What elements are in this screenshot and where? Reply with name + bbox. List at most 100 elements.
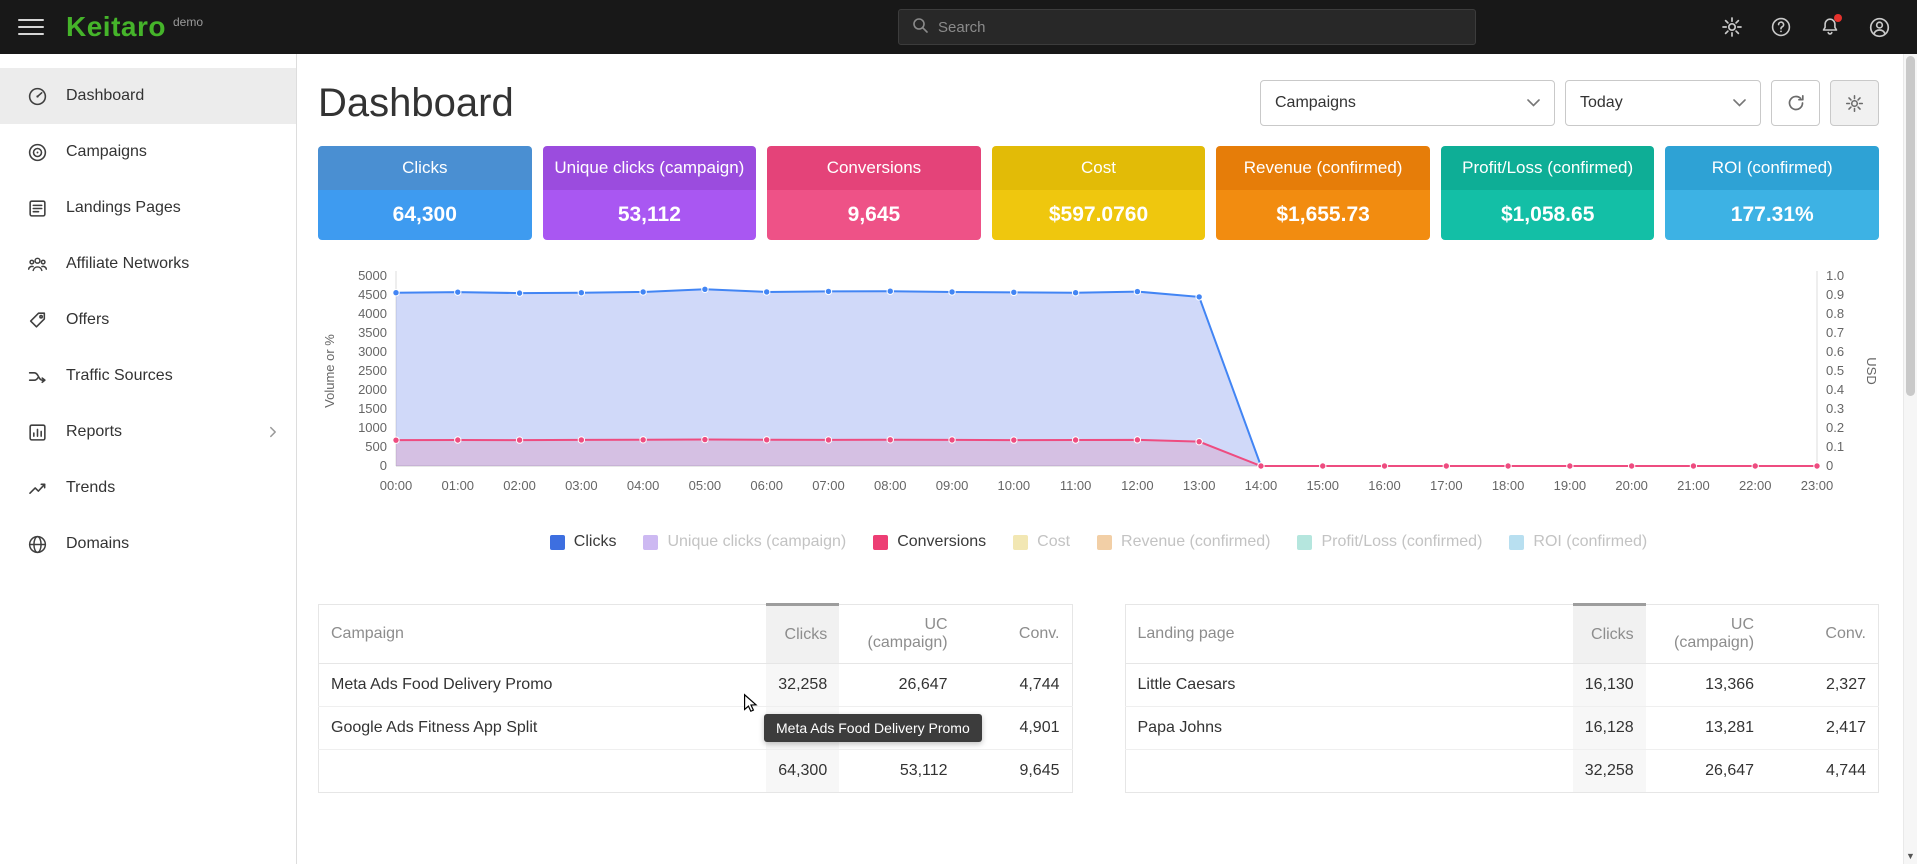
svg-text:0: 0 — [380, 458, 387, 473]
metric-cards: Clicks 64,300 Unique clicks (campaign) 5… — [318, 146, 1879, 240]
uc-cell: 13,281 — [1646, 707, 1766, 750]
sidebar-item-campaigns[interactable]: Campaigns — [0, 124, 296, 180]
clicks-cell: 32,258 — [766, 664, 839, 707]
svg-text:03:00: 03:00 — [565, 478, 598, 493]
metric-value: 177.31% — [1665, 190, 1879, 240]
column-header-uc[interactable]: UC (campaign) — [1646, 605, 1766, 664]
grouping-select[interactable]: Campaigns — [1260, 80, 1555, 126]
uc-cell: 13,366 — [1646, 664, 1766, 707]
table-row[interactable]: Meta Ads Food Delivery Promo 32,258 26,6… — [319, 664, 1073, 707]
svg-text:0.2: 0.2 — [1826, 420, 1844, 435]
svg-text:21:00: 21:00 — [1677, 478, 1710, 493]
column-header-clicks[interactable]: Clicks — [766, 605, 839, 664]
metric-label: ROI (confirmed) — [1665, 146, 1879, 190]
svg-text:4500: 4500 — [358, 287, 387, 302]
notification-badge — [1834, 14, 1842, 22]
column-header-conv[interactable]: Conv. — [1766, 605, 1878, 664]
column-header-conv[interactable]: Conv. — [960, 605, 1072, 664]
campaign-name[interactable]: Google Ads Fitness App Split — [319, 707, 767, 750]
dashboard-settings-button[interactable] — [1830, 80, 1879, 126]
table-row[interactable]: Papa Johns 16,128 13,281 2,417 — [1125, 707, 1879, 750]
logo[interactable]: Keitaro demo — [66, 13, 203, 41]
sidebar-item-landings[interactable]: Landings Pages — [0, 180, 296, 236]
traffic-chart: 0500100015002000250030003500400045005000… — [318, 266, 1879, 519]
totals-row: 32,258 26,647 4,744 — [1125, 750, 1879, 793]
legend-item-cost[interactable]: Cost — [1013, 533, 1070, 551]
sidebar-item-offers[interactable]: Offers — [0, 292, 296, 348]
svg-text:04:00: 04:00 — [627, 478, 660, 493]
landing-name[interactable]: Papa Johns — [1125, 707, 1573, 750]
metric-card-roi[interactable]: ROI (confirmed) 177.31% — [1665, 146, 1879, 240]
search-input[interactable] — [938, 19, 1463, 36]
metric-card-profit-loss[interactable]: Profit/Loss (confirmed) $1,058.65 — [1441, 146, 1655, 240]
totals-conv: 4,744 — [1766, 750, 1878, 793]
row-tooltip: Meta Ads Food Delivery Promo — [764, 714, 982, 742]
account-icon[interactable] — [1868, 16, 1891, 39]
sidebar-item-trends[interactable]: Trends — [0, 460, 296, 516]
totals-conv: 9,645 — [960, 750, 1072, 793]
landings-table: Landing page Clicks UC (campaign) Conv. … — [1125, 603, 1880, 793]
sidebar-item-dashboard[interactable]: Dashboard — [0, 68, 296, 124]
clicks-cell: 16,130 — [1573, 664, 1646, 707]
metric-card-conversions[interactable]: Conversions 9,645 — [767, 146, 981, 240]
env-label: demo — [173, 15, 203, 29]
legend-swatch — [1013, 535, 1028, 550]
campaign-name[interactable]: Meta Ads Food Delivery Promo — [319, 664, 767, 707]
sidebar-item-label: Trends — [66, 479, 115, 497]
chart-canvas: 0500100015002000250030003500400045005000… — [318, 266, 1879, 519]
column-header-landing-page[interactable]: Landing page — [1125, 605, 1573, 664]
search-box[interactable] — [898, 9, 1476, 45]
legend-label: Unique clicks (campaign) — [667, 533, 846, 551]
metric-label: Clicks — [318, 146, 532, 190]
legend-item-profit-loss[interactable]: Profit/Loss (confirmed) — [1297, 533, 1482, 551]
totals-spacer — [1125, 750, 1573, 793]
legend-item-revenue[interactable]: Revenue (confirmed) — [1097, 533, 1270, 551]
table-row[interactable]: Little Caesars 16,130 13,366 2,327 — [1125, 664, 1879, 707]
metric-card-revenue[interactable]: Revenue (confirmed) $1,655.73 — [1216, 146, 1430, 240]
column-header-campaign[interactable]: Campaign — [319, 605, 767, 664]
metric-card-clicks[interactable]: Clicks 64,300 — [318, 146, 532, 240]
legend-item-clicks[interactable]: Clicks — [550, 533, 617, 551]
sidebar-item-reports[interactable]: Reports — [0, 404, 296, 460]
svg-text:20:00: 20:00 — [1615, 478, 1648, 493]
svg-text:17:00: 17:00 — [1430, 478, 1463, 493]
sidebar-item-affiliate-networks[interactable]: Affiliate Networks — [0, 236, 296, 292]
sidebar-item-domains[interactable]: Domains — [0, 516, 296, 572]
svg-text:0.5: 0.5 — [1826, 363, 1844, 378]
campaigns-table: Campaign Clicks UC (campaign) Conv. Meta… — [318, 603, 1073, 793]
svg-text:1500: 1500 — [358, 401, 387, 416]
chevron-right-icon — [266, 425, 280, 439]
svg-text:02:00: 02:00 — [503, 478, 536, 493]
legend-item-roi[interactable]: ROI (confirmed) — [1509, 533, 1647, 551]
chevron-down-icon — [1733, 99, 1746, 107]
page-scrollbar[interactable]: ▼ — [1903, 54, 1917, 864]
metric-card-cost[interactable]: Cost $597.0760 — [992, 146, 1206, 240]
refresh-button[interactable] — [1771, 80, 1820, 126]
svg-text:18:00: 18:00 — [1492, 478, 1525, 493]
help-icon[interactable] — [1770, 16, 1792, 38]
landing-name[interactable]: Little Caesars — [1125, 664, 1573, 707]
svg-text:08:00: 08:00 — [874, 478, 907, 493]
scrollbar-thumb[interactable] — [1906, 56, 1915, 396]
settings-gear-icon[interactable] — [1721, 16, 1743, 38]
sidebar-item-traffic-sources[interactable]: Traffic Sources — [0, 348, 296, 404]
column-header-clicks[interactable]: Clicks — [1573, 605, 1646, 664]
legend-item-conversions[interactable]: Conversions — [873, 533, 986, 551]
column-header-uc[interactable]: UC (campaign) — [839, 605, 959, 664]
svg-text:2000: 2000 — [358, 382, 387, 397]
metric-label: Conversions — [767, 146, 981, 190]
svg-text:00:00: 00:00 — [380, 478, 413, 493]
metric-label: Revenue (confirmed) — [1216, 146, 1430, 190]
landings-table-card: Landing page Clicks UC (campaign) Conv. … — [1125, 603, 1880, 793]
menu-button[interactable] — [18, 19, 44, 35]
svg-text:0.7: 0.7 — [1826, 325, 1844, 340]
offer-tag-icon — [26, 310, 48, 331]
metric-value: 53,112 — [543, 190, 757, 240]
legend-item-unique-clicks[interactable]: Unique clicks (campaign) — [643, 533, 846, 551]
svg-text:1000: 1000 — [358, 420, 387, 435]
date-range-select[interactable]: Today — [1565, 80, 1761, 126]
svg-text:4000: 4000 — [358, 306, 387, 321]
notifications-bell-icon[interactable] — [1819, 16, 1841, 38]
metric-card-unique-clicks[interactable]: Unique clicks (campaign) 53,112 — [543, 146, 757, 240]
scroll-down-arrow[interactable]: ▼ — [1904, 851, 1917, 861]
